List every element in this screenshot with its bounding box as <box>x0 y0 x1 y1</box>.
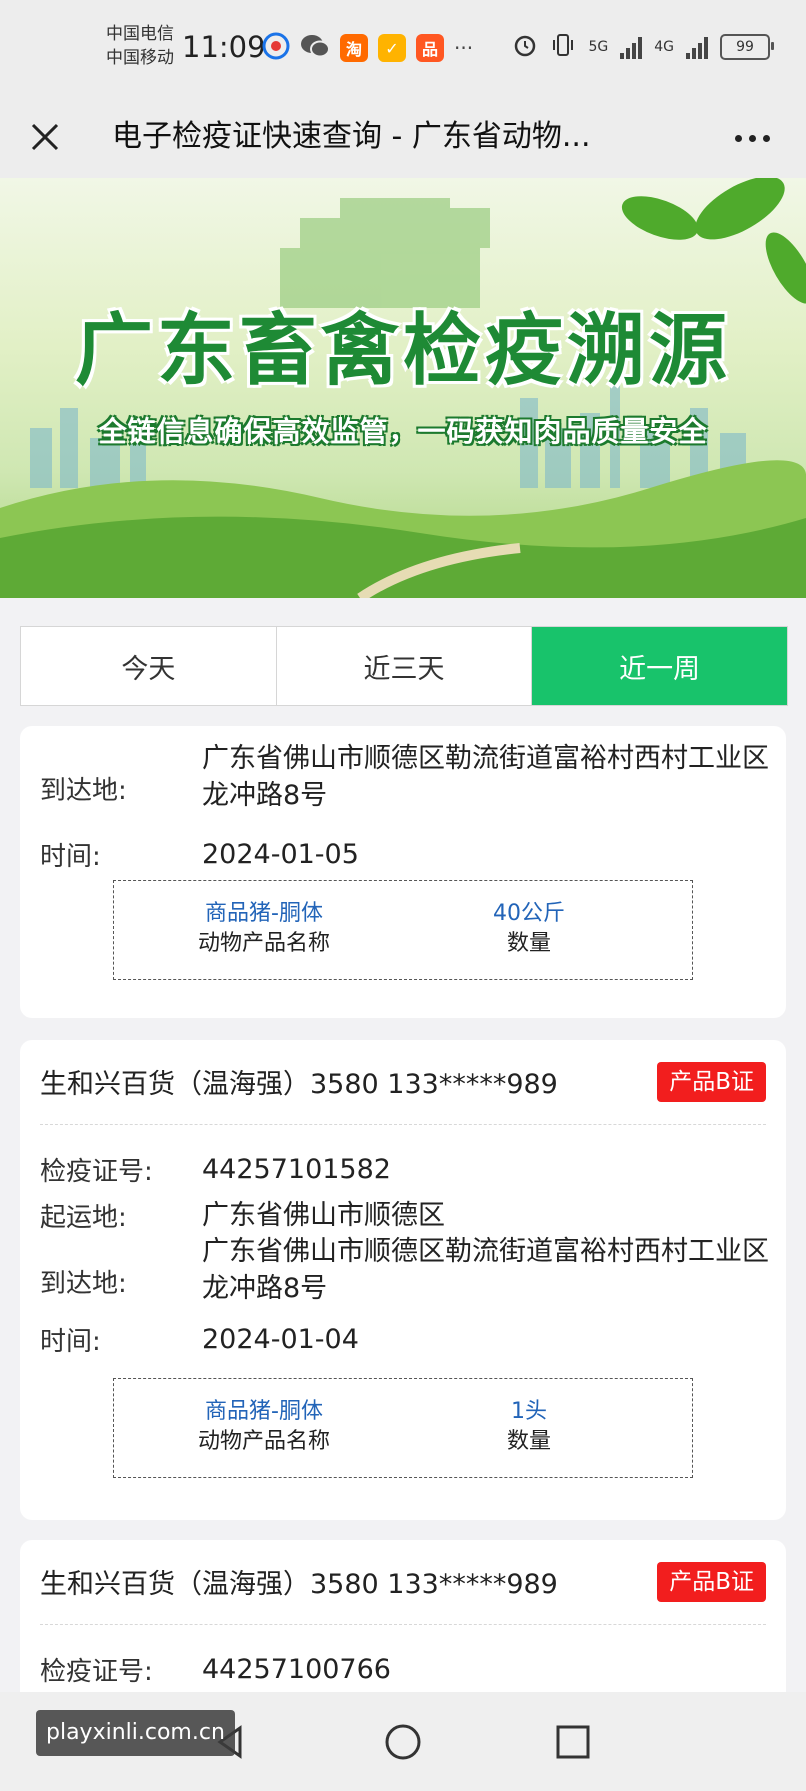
destination-value: 广东省佛山市顺德区勒流街道富裕村西村工业区龙冲路8号 <box>202 743 769 811</box>
quantity-col: 40公斤 数量 <box>464 899 594 959</box>
banner-title: 广东畜禽检疫溯源 <box>74 306 731 396</box>
watermark: playxinli.com.cn <box>36 1710 235 1756</box>
product-name-label: 动物产品名称 <box>197 1429 330 1454</box>
product-box: 商品猪-胴体 动物产品名称 1头 数量 <box>113 1378 693 1478</box>
wechat-icon <box>300 32 330 64</box>
cert-type-badge: 产品B证 <box>657 1562 766 1602</box>
time-value: 2024-01-05 <box>202 839 359 870</box>
origin-label: 起运地: <box>40 1203 127 1233</box>
product-name-col: 商品猪-胴体 动物产品名称 <box>174 899 354 959</box>
cert-no-label: 检疫证号: <box>40 1657 153 1687</box>
signal-icon-2 <box>686 35 708 59</box>
network-5g-label: 5G <box>588 39 609 55</box>
network-4g-label: 4G <box>654 39 674 55</box>
banner-image: 广东畜禽检疫溯源 全链信息确保高效监管，一码获知肉品质量安全 <box>0 178 806 598</box>
vibrate-icon <box>550 32 576 62</box>
cert-no-label: 检疫证号: <box>40 1157 153 1187</box>
product-name-label: 动物产品名称 <box>197 931 330 956</box>
record-card[interactable]: 生和兴百货（温海强）3580 133*****989 产品B证 检疫证号: 44… <box>20 1540 786 1692</box>
card-header: 生和兴百货（温海强）3580 133*****989 产品B证 <box>40 1540 766 1625</box>
news-app-icon <box>262 32 290 64</box>
time-value: 2024-01-04 <box>202 1324 359 1355</box>
taobao-icon: 淘 <box>340 34 368 62</box>
tab-today[interactable]: 今天 <box>21 627 277 705</box>
quantity-col: 1头 数量 <box>464 1397 594 1457</box>
tab-last-3-days[interactable]: 近三天 <box>277 627 533 705</box>
title-bar: 电子检疫证快速查询 - 广东省动物... <box>0 96 806 178</box>
pinduoduo-icon: 品 <box>416 34 444 62</box>
time-label: 时间: <box>40 1327 101 1357</box>
close-button[interactable] <box>20 112 70 162</box>
home-button[interactable] <box>373 1712 433 1772</box>
product-name-value: 商品猪-胴体 <box>205 901 323 926</box>
quantity-label: 数量 <box>506 931 551 956</box>
notification-icons: 淘 ✓ 品 ··· <box>262 32 473 64</box>
record-card[interactable]: 到达地: 广东省佛山市顺德区勒流街道富裕村西村工业区龙冲路8号 时间: 2024… <box>20 726 786 1018</box>
more-notifications-icon: ··· <box>454 36 474 60</box>
tab-last-week[interactable]: 近一周 <box>532 627 788 705</box>
product-name-col: 商品猪-胴体 动物产品名称 <box>174 1397 354 1457</box>
cert-no-value: 44257101582 <box>202 1154 391 1185</box>
record-card[interactable]: 生和兴百货（温海强）3580 133*****989 产品B证 检疫证号: 44… <box>20 1040 786 1520</box>
close-icon <box>31 123 59 151</box>
carrier-mobile: 中国移动 <box>106 48 174 68</box>
shopping-app-icon: ✓ <box>378 34 406 62</box>
system-status: 5G 4G 99 <box>512 32 774 62</box>
carrier-info: 中国电信 中国移动 <box>106 22 174 70</box>
time-label: 时间: <box>40 842 101 872</box>
product-name-value: 商品猪-胴体 <box>205 1399 323 1424</box>
quantity-value: 1头 <box>511 1399 547 1424</box>
cert-type-badge: 产品B证 <box>657 1062 766 1102</box>
battery-icon: 99 <box>720 34 774 60</box>
banner-subtitle: 全链信息确保高效监管，一码获知肉品质量安全 <box>98 415 708 448</box>
date-range-tabs: 今天 近三天 近一周 <box>20 626 788 706</box>
more-options-button[interactable] <box>724 116 780 160</box>
shop-name: 生和兴百货（温海强）3580 133*****989 <box>40 1069 558 1100</box>
destination-label: 到达地: <box>40 1269 127 1299</box>
page-title: 电子检疫证快速查询 - 广东省动物... <box>112 119 591 154</box>
destination-label: 到达地: <box>40 776 127 806</box>
shop-name: 生和兴百货（温海强）3580 133*****989 <box>40 1569 558 1600</box>
recents-button[interactable] <box>543 1712 603 1772</box>
product-box: 商品猪-胴体 动物产品名称 40公斤 数量 <box>113 880 693 980</box>
home-circle-icon <box>385 1724 421 1760</box>
cert-no-value: 44257100766 <box>202 1654 391 1685</box>
status-bar: 中国电信 中国移动 11:09 淘 ✓ 品 ··· 5G 4G 99 <box>0 0 806 96</box>
origin-value: 广东省佛山市顺德区 <box>202 1200 445 1231</box>
signal-icon <box>620 35 643 59</box>
quantity-value: 40公斤 <box>493 901 565 926</box>
carrier-telecom: 中国电信 <box>106 24 174 44</box>
card-header: 生和兴百货（温海强）3580 133*****989 产品B证 <box>40 1040 766 1125</box>
destination-value: 广东省佛山市顺德区勒流街道富裕村西村工业区龙冲路8号 <box>202 1236 769 1304</box>
clock: 11:09 <box>182 30 266 64</box>
quantity-label: 数量 <box>506 1429 551 1454</box>
alarm-icon <box>512 32 538 62</box>
recents-square-icon <box>556 1725 590 1759</box>
